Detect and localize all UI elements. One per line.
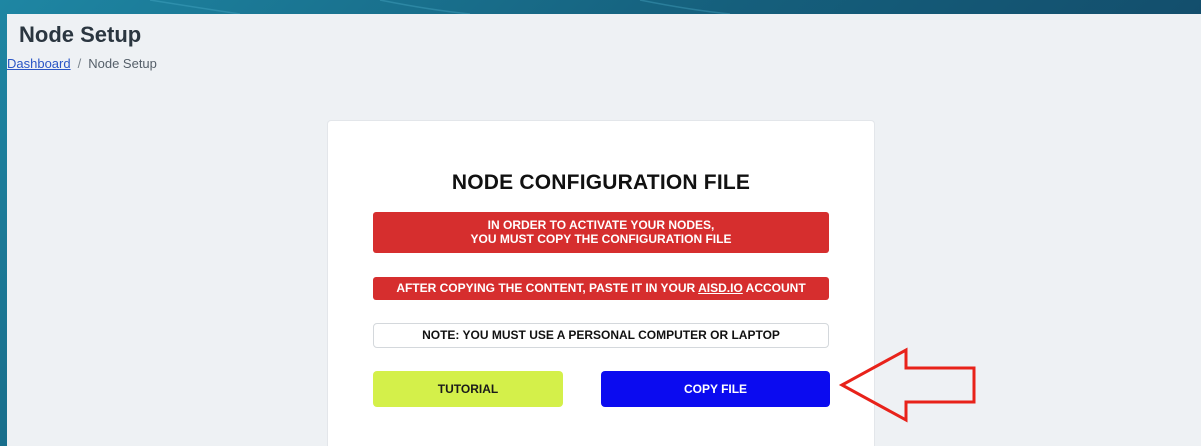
paste-instruction-alert: AFTER COPYING THE CONTENT, PASTE IT IN Y… (373, 277, 829, 300)
breadcrumb-separator: / (77, 56, 82, 71)
main-content: Node Setup Dashboard / Node Setup NODE CON… (7, 14, 1201, 446)
device-note: NOTE: YOU MUST USE A PERSONAL COMPUTER O… (373, 323, 829, 348)
breadcrumb: Dashboard / Node Setup (7, 56, 157, 71)
tutorial-button[interactable]: TUTORIAL (373, 371, 563, 407)
left-arrow-outline-icon (838, 347, 976, 423)
aisd-link[interactable]: AISD.IO (698, 281, 743, 295)
breadcrumb-dashboard-link[interactable]: Dashboard (7, 56, 71, 71)
card-title: NODE CONFIGURATION FILE (451, 171, 751, 194)
copy-file-button[interactable]: COPY FILE (601, 371, 830, 407)
node-config-card: NODE CONFIGURATION FILE IN ORDER TO ACTI… (327, 120, 875, 446)
breadcrumb-current: Node Setup (88, 56, 157, 71)
activation-alert-line1: IN ORDER TO ACTIVATE YOUR NODES, (487, 218, 715, 232)
paste-instruction-suffix: ACCOUNT (742, 281, 806, 295)
paste-instruction-prefix: AFTER COPYING THE CONTENT, PASTE IT IN Y… (396, 281, 699, 295)
activation-alert-line2: YOU MUST COPY THE CONFIGURATION FILE (470, 232, 732, 246)
page-title: Node Setup (19, 22, 142, 47)
activation-alert: IN ORDER TO ACTIVATE YOUR NODES, YOU MUS… (373, 212, 829, 253)
